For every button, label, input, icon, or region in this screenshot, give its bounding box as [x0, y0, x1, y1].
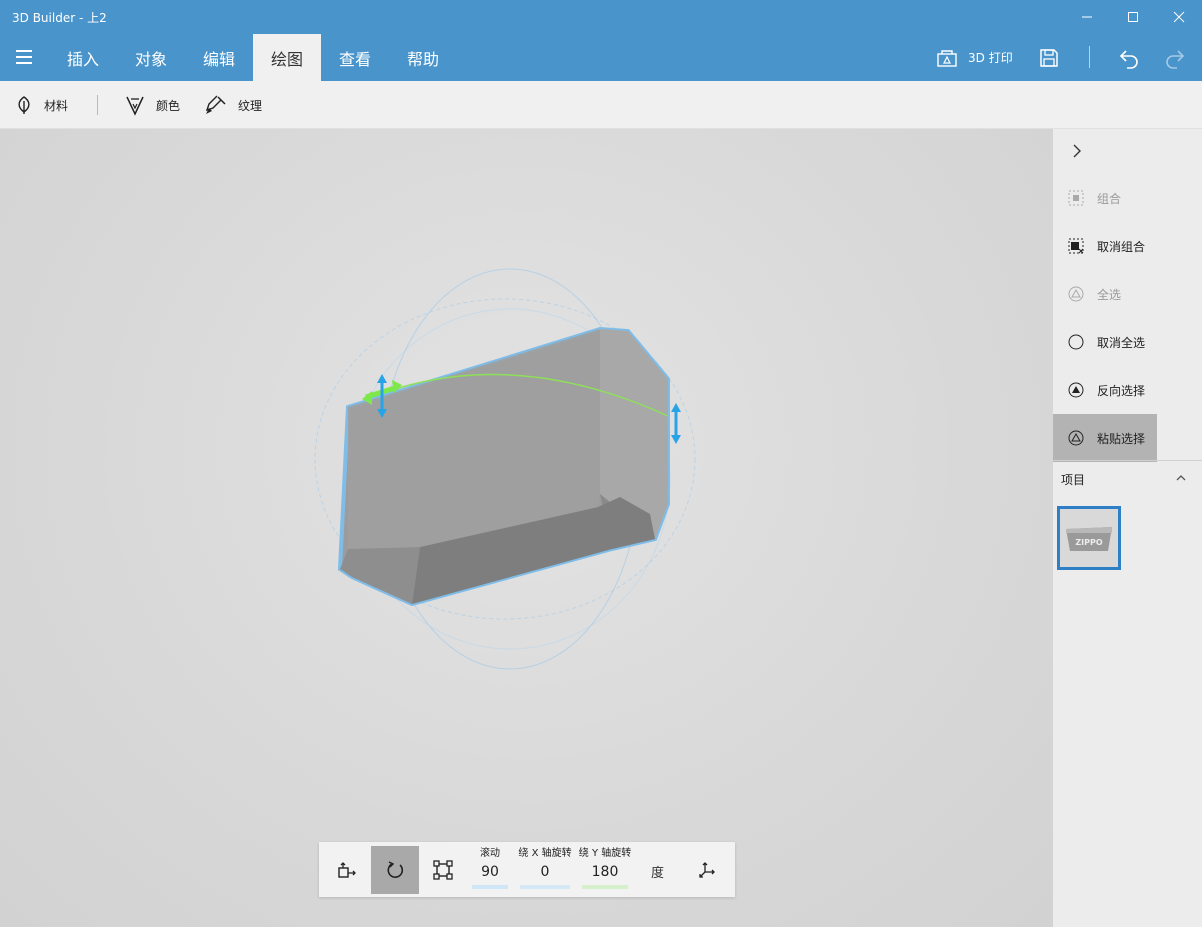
redo-button[interactable] [1164, 34, 1186, 81]
tab-edit[interactable]: 编辑 [189, 34, 249, 81]
maximize-icon [1128, 12, 1138, 22]
menu-bar: 插入 对象 编辑 绘图 查看 帮助 3D 打印 [0, 34, 1202, 81]
group-label: 组合 [1097, 191, 1122, 206]
roll-underline [472, 885, 508, 889]
close-button[interactable] [1156, 0, 1202, 34]
scale-mode-button[interactable] [419, 846, 467, 894]
texture-label: 纹理 [238, 98, 263, 113]
degree-unit: 度 [651, 866, 665, 881]
roll-label: 滚动 [480, 848, 500, 859]
minimize-button[interactable] [1064, 0, 1110, 34]
toolbar-divider [97, 95, 98, 115]
rotate-x-value[interactable]: 0 [514, 861, 576, 883]
paste-selection-button[interactable]: 粘贴选择 [1053, 414, 1157, 462]
transform-bar: 滚动 90 绕 X 轴旋转 0 绕 Y 轴旋转 180 度 [319, 842, 735, 897]
deselect-all-label: 取消全选 [1097, 335, 1146, 350]
color-button[interactable]: 颜色 [124, 93, 180, 117]
chevron-up-icon[interactable] [1175, 472, 1187, 484]
3d-scene[interactable] [0, 129, 1053, 927]
rotate-x-underline [520, 885, 570, 889]
roll-value[interactable]: 90 [466, 861, 514, 883]
invert-selection-icon [1067, 381, 1085, 399]
rotate-mode-button[interactable] [371, 846, 419, 894]
ungroup-label: 取消组合 [1097, 239, 1146, 254]
collapse-panel-button[interactable] [1067, 141, 1087, 161]
3d-model-object[interactable] [337, 326, 670, 607]
panel-divider [1053, 460, 1202, 461]
zippo-model-thumbnail: ZIPPO [1066, 527, 1112, 551]
select-all-label: 全选 [1097, 287, 1122, 302]
close-icon [1173, 11, 1185, 23]
axis-options-button[interactable] [683, 846, 731, 894]
move-handle-vertical-right[interactable] [671, 403, 681, 444]
material-label: 材料 [44, 98, 69, 113]
thumbnail-text: ZIPPO [1075, 538, 1103, 547]
paste-selection-icon [1067, 429, 1085, 447]
move-mode-button[interactable] [323, 846, 371, 894]
maximize-button[interactable] [1110, 0, 1156, 34]
group-button[interactable]: 组合 [1053, 174, 1157, 222]
items-header: 项目 [1061, 473, 1086, 487]
move-icon [338, 862, 356, 878]
print-3d-button[interactable]: 3D 打印 [936, 34, 1013, 81]
minimize-icon [1082, 16, 1092, 18]
roll-field[interactable]: 滚动 90 [466, 847, 514, 893]
undo-button[interactable] [1118, 34, 1140, 81]
deselect-circle-icon [1067, 333, 1085, 351]
select-all-icon [1067, 285, 1085, 303]
title-bar: 3D Builder - 上2 [0, 0, 1202, 34]
texture-brush-icon [205, 95, 226, 114]
rotate-y-value[interactable]: 180 [576, 861, 634, 883]
select-all-button[interactable]: 全选 [1053, 270, 1157, 318]
texture-button[interactable]: 纹理 [204, 93, 262, 117]
paste-selection-label: 粘贴选择 [1097, 431, 1146, 446]
redo-icon [1166, 49, 1185, 69]
window-title: 3D Builder - 上2 [12, 11, 107, 25]
save-icon [1040, 48, 1058, 67]
invert-selection-label: 反向选择 [1097, 383, 1146, 398]
tab-insert[interactable]: 插入 [53, 34, 113, 81]
scale-icon [433, 860, 453, 880]
deselect-all-button[interactable]: 取消全选 [1053, 318, 1157, 366]
tab-help[interactable]: 帮助 [393, 34, 453, 81]
rotate-x-field[interactable]: 绕 X 轴旋转 0 [514, 847, 576, 893]
right-panel: 组合 取消组合 全选 取消全选 反向选择 粘贴选择 项目 ZIPPO [1053, 129, 1202, 927]
rotate-y-label: 绕 Y 轴旋转 [578, 848, 632, 859]
material-button[interactable]: 材料 [14, 93, 68, 117]
save-button[interactable] [1038, 34, 1060, 81]
tab-paint[interactable]: 绘图 [253, 34, 321, 81]
group-icon [1067, 189, 1085, 207]
axis-icon [699, 862, 715, 878]
tab-view[interactable]: 查看 [325, 34, 385, 81]
color-label: 颜色 [156, 98, 181, 113]
paint-toolbar: 材料 颜色 纹理 [0, 81, 1202, 129]
3d-viewport[interactable] [0, 129, 1053, 927]
color-brush-icon [126, 96, 144, 116]
undo-icon [1119, 49, 1138, 69]
ungroup-icon [1067, 237, 1085, 255]
chevron-right-icon [1073, 144, 1081, 158]
rotate-x-label: 绕 X 轴旋转 [518, 848, 572, 859]
print-3d-label: 3D 打印 [968, 51, 1013, 65]
material-leaf-icon [18, 96, 30, 114]
menu-divider [1089, 46, 1090, 68]
print-3d-icon [937, 49, 957, 67]
ungroup-button[interactable]: 取消组合 [1053, 222, 1157, 270]
item-thumbnail[interactable]: ZIPPO [1057, 506, 1121, 570]
rotate-icon [387, 861, 404, 878]
tab-object[interactable]: 对象 [121, 34, 181, 81]
rotate-y-underline [582, 885, 628, 889]
hamburger-icon[interactable] [8, 41, 40, 73]
rotate-y-field[interactable]: 绕 Y 轴旋转 180 [576, 847, 634, 893]
invert-selection-button[interactable]: 反向选择 [1053, 366, 1157, 414]
